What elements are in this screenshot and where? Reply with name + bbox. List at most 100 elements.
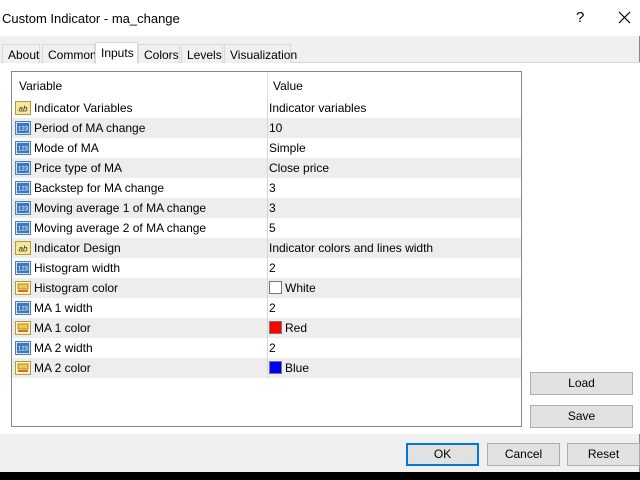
svg-text:123: 123 [18,227,29,233]
variable-value[interactable]: 2 [269,341,276,355]
cell-divider [267,138,268,158]
tab-levels[interactable]: Levels [181,44,223,63]
variable-name: Price type of MA [34,161,123,175]
variable-value[interactable]: 3 [269,201,276,215]
variable-value[interactable]: White [285,281,316,295]
tab-about[interactable]: About [2,44,40,63]
close-icon[interactable] [616,7,634,27]
variable-name: Histogram width [34,261,121,275]
cell-divider [267,178,268,198]
variable-value[interactable]: 2 [269,301,276,315]
table-row[interactable]: 123 Price type of MA Close price [12,158,521,178]
svg-text:123: 123 [18,187,29,193]
number-icon: 123 [15,160,31,176]
svg-text:123: 123 [18,347,29,353]
grid-header: Variable Value [12,72,521,98]
cell-divider [267,258,268,278]
variable-name: Moving average 2 of MA change [34,221,207,235]
column-header-variable[interactable]: Variable [19,79,62,93]
color-swatch[interactable] [269,321,282,334]
variable-value[interactable]: 3 [269,181,276,195]
load-button[interactable]: Load [530,372,633,395]
table-row[interactable]: 123 Backstep for MA change 3 [12,178,521,198]
variable-name: Period of MA change [34,121,146,135]
variable-value[interactable]: 5 [269,221,276,235]
variable-value[interactable]: Simple [269,141,306,155]
svg-text:123: 123 [18,127,29,133]
svg-text:123: 123 [18,147,29,153]
number-icon: 123 [15,300,31,316]
variable-value[interactable]: Blue [285,361,309,375]
table-row[interactable]: 123 Moving average 1 of MA change 3 [12,198,521,218]
color-icon [15,360,31,376]
table-row[interactable]: MA 2 color Blue [12,358,521,378]
cancel-button[interactable]: Cancel [487,443,560,466]
table-row[interactable]: Histogram color White [12,278,521,298]
table-row[interactable]: 123 MA 2 width 2 [12,338,521,358]
svg-text:ab: ab [19,105,28,114]
variable-name: Histogram color [34,281,119,295]
table-row[interactable]: ab Indicator Design Indicator colors and l… [12,238,521,258]
cell-divider [267,198,268,218]
cell-divider [267,118,268,138]
variable-value[interactable]: Indicator colors and lines width [269,241,433,255]
cell-divider [267,218,268,238]
window-title: Custom Indicator - ma_change [2,11,180,26]
cell-divider [267,298,268,318]
number-icon: 123 [15,340,31,356]
variable-name: MA 2 color [34,361,91,375]
number-icon: 123 [15,220,31,236]
table-row[interactable]: MA 1 color Red [12,318,521,338]
number-icon: 123 [15,180,31,196]
column-divider[interactable] [267,72,268,98]
variable-name: Indicator Variables [34,101,133,115]
table-row[interactable]: 123 Period of MA change 10 [12,118,521,138]
variable-name: Mode of MA [34,141,99,155]
cell-divider [267,318,268,338]
color-swatch[interactable] [269,361,282,374]
tab-common[interactable]: Common [42,44,97,63]
variable-name: MA 2 width [34,341,93,355]
custom-indicator-dialog: Custom Indicator - ma_change ? About Com… [0,0,640,472]
variable-value[interactable]: Red [285,321,307,335]
help-button[interactable]: ? [576,9,584,26]
svg-text:123: 123 [18,207,29,213]
svg-text:123: 123 [18,307,29,313]
cell-divider [267,238,268,258]
save-button[interactable]: Save [530,405,633,428]
reset-button[interactable]: Reset [567,443,640,466]
tab-inputs[interactable]: Inputs [95,42,138,64]
cell-divider [267,158,268,178]
tab-bar: About Common Inputs Colors Levels Visual… [0,42,640,64]
tab-visualization[interactable]: Visualization [224,44,297,63]
variable-value[interactable]: 2 [269,261,276,275]
ok-button[interactable]: OK [406,443,479,466]
number-icon: 123 [15,260,31,276]
variable-name: Backstep for MA change [34,181,165,195]
svg-text:ab: ab [19,245,28,254]
variable-value[interactable]: Indicator variables [269,101,366,115]
title-bar: Custom Indicator - ma_change ? [0,0,640,36]
table-row[interactable]: 123 Moving average 2 of MA change 5 [12,218,521,238]
inputs-grid: Variable Value ab Indicator Variables Indi… [11,71,522,427]
cell-divider [267,98,268,118]
variable-value[interactable]: Close price [269,161,329,175]
cell-divider [267,338,268,358]
column-header-value[interactable]: Value [273,79,303,93]
table-row[interactable]: 123 Mode of MA Simple [12,138,521,158]
text-icon: ab [15,100,31,116]
cell-divider [267,278,268,298]
variable-name: MA 1 width [34,301,93,315]
number-icon: 123 [15,200,31,216]
number-icon: 123 [15,140,31,156]
color-icon [15,320,31,336]
taskbar-strip [0,472,640,480]
tab-colors[interactable]: Colors [138,44,180,63]
table-row[interactable]: ab Indicator Variables Indicator variables [12,98,521,118]
text-icon: ab [15,240,31,256]
color-swatch[interactable] [269,281,282,294]
table-row[interactable]: 123 Histogram width 2 [12,258,521,278]
variable-value[interactable]: 10 [269,121,282,135]
table-row[interactable]: 123 MA 1 width 2 [12,298,521,318]
variable-name: MA 1 color [34,321,91,335]
